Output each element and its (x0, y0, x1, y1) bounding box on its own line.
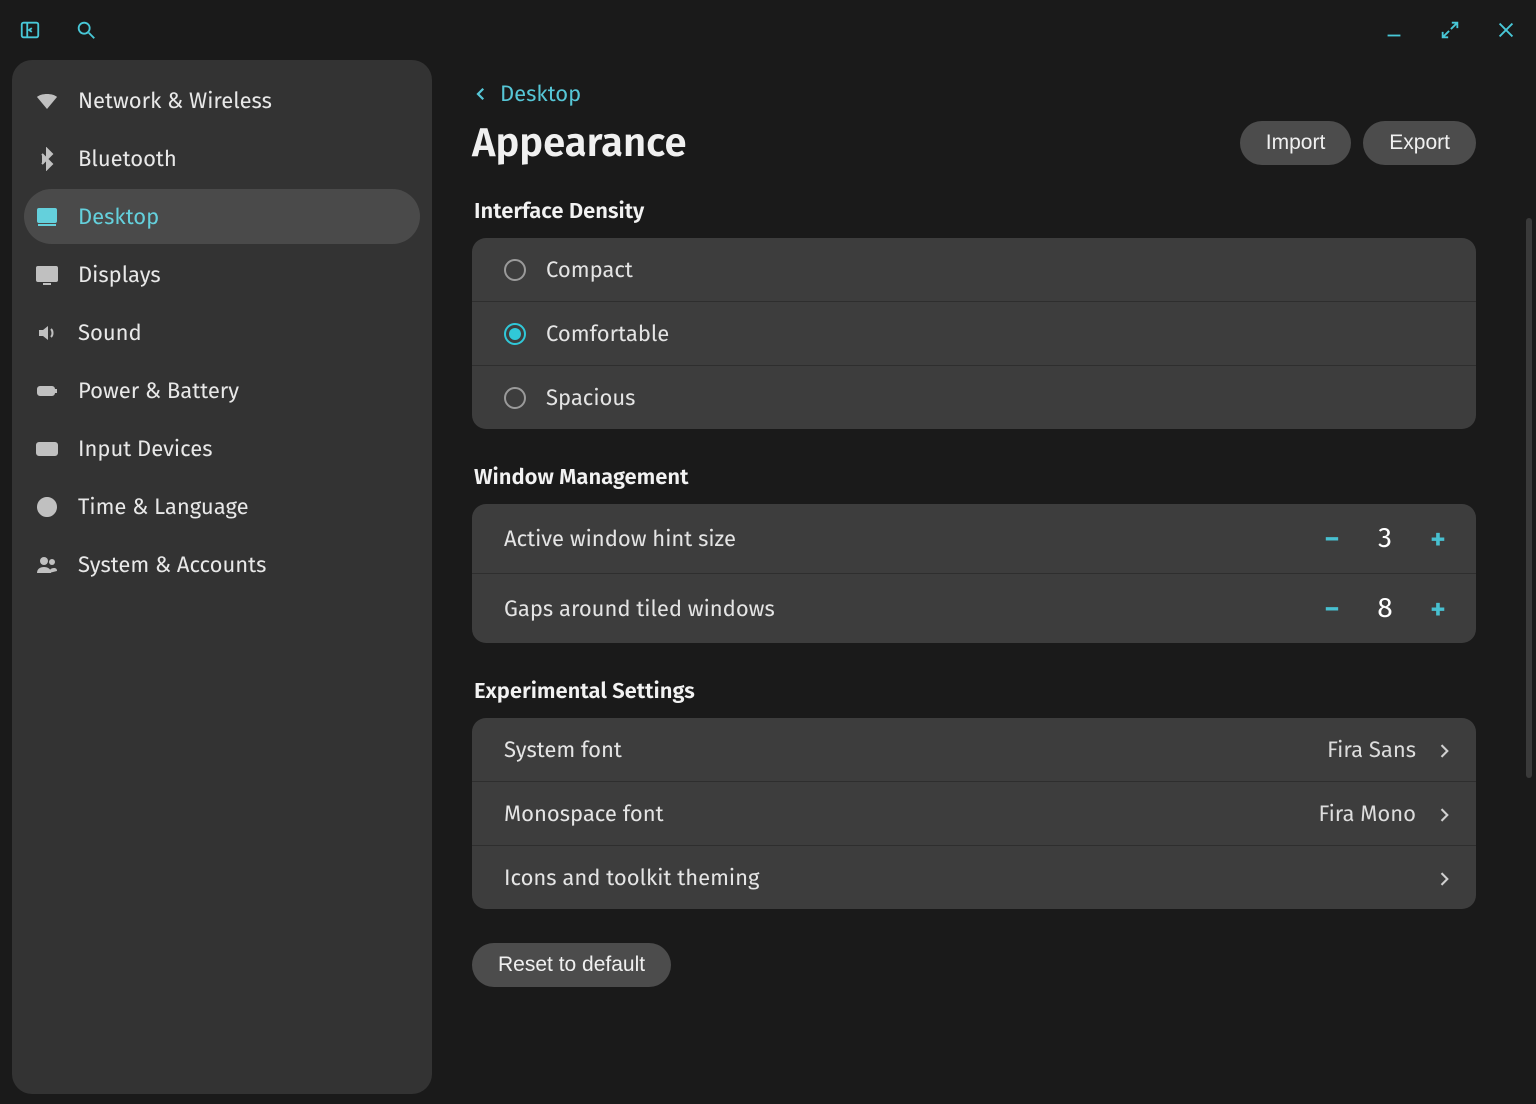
titlebar (0, 0, 1536, 60)
sidebar-item-system[interactable]: System & Accounts (24, 537, 420, 592)
sidebar-item-label: Power & Battery (78, 377, 239, 404)
sidebar-item-label: Desktop (78, 203, 159, 230)
wifi-icon (34, 88, 60, 114)
chevron-right-icon (1434, 740, 1454, 760)
sidebar-item-power[interactable]: Power & Battery (24, 363, 420, 418)
radio-icon (504, 259, 526, 281)
section-label-window-mgmt: Window Management (474, 463, 1476, 490)
export-button[interactable]: Export (1363, 121, 1476, 165)
breadcrumb-back[interactable]: Desktop (472, 60, 581, 113)
radio-checked-icon (504, 323, 526, 345)
window-mgmt-card: Active window hint size − 3 + Gaps aroun… (472, 504, 1476, 643)
row-theming[interactable]: Icons and toolkit theming (472, 845, 1476, 909)
density-option-spacious[interactable]: Spacious (472, 365, 1476, 429)
sidebar-item-label: System & Accounts (78, 551, 266, 578)
breadcrumb-label: Desktop (500, 80, 581, 107)
reset-button[interactable]: Reset to default (472, 943, 671, 987)
density-option-comfortable[interactable]: Comfortable (472, 301, 1476, 365)
sidebar-item-sound[interactable]: Sound (24, 305, 420, 360)
density-card: Compact Comfortable Spacious (472, 238, 1476, 429)
sidebar-item-label: Displays (78, 261, 161, 288)
system-font-label: System font (504, 736, 622, 763)
close-button[interactable] (1492, 16, 1520, 44)
increment-button[interactable]: + (1422, 593, 1454, 625)
row-system-font[interactable]: System font Fira Sans (472, 718, 1476, 781)
sidebar-item-label: Input Devices (78, 435, 212, 462)
maximize-button[interactable] (1436, 16, 1464, 44)
chevron-left-icon (472, 85, 490, 103)
chevron-right-icon (1434, 868, 1454, 888)
page-title: Appearance (472, 119, 687, 167)
increment-button[interactable]: + (1422, 523, 1454, 555)
sidebar-item-desktop[interactable]: Desktop (24, 189, 420, 244)
sidebar-item-network[interactable]: Network & Wireless (24, 73, 420, 128)
sidebar-toggle-button[interactable] (16, 16, 44, 44)
chevron-right-icon (1434, 804, 1454, 824)
search-button[interactable] (72, 16, 100, 44)
sidebar-item-time[interactable]: Time & Language (24, 479, 420, 534)
row-hint-size: Active window hint size − 3 + (472, 504, 1476, 573)
minimize-button[interactable] (1380, 16, 1408, 44)
hint-size-stepper: − 3 + (1316, 522, 1454, 555)
gaps-value: 8 (1372, 592, 1398, 625)
keyboard-icon (34, 436, 60, 462)
density-option-label: Spacious (546, 384, 635, 411)
gaps-stepper: − 8 + (1316, 592, 1454, 625)
row-gaps: Gaps around tiled windows − 8 + (472, 573, 1476, 643)
hint-size-label: Active window hint size (504, 525, 736, 552)
section-label-density: Interface Density (474, 197, 1476, 224)
hint-size-value: 3 (1372, 522, 1398, 555)
system-font-value: Fira Sans (1327, 736, 1416, 763)
theming-label: Icons and toolkit theming (504, 864, 759, 891)
row-mono-font[interactable]: Monospace font Fira Mono (472, 781, 1476, 845)
sidebar-item-label: Bluetooth (78, 145, 177, 172)
experimental-card: System font Fira Sans Monospace font Fir… (472, 718, 1476, 909)
density-option-compact[interactable]: Compact (472, 238, 1476, 301)
mono-font-label: Monospace font (504, 800, 664, 827)
sidebar: Network & Wireless Bluetooth Desktop Dis… (12, 60, 432, 1094)
sidebar-item-displays[interactable]: Displays (24, 247, 420, 302)
battery-icon (34, 378, 60, 404)
sidebar-item-label: Sound (78, 319, 142, 346)
main-content: Desktop Appearance Import Export Interfa… (432, 60, 1536, 1104)
radio-icon (504, 387, 526, 409)
import-button[interactable]: Import (1240, 121, 1352, 165)
sidebar-item-label: Network & Wireless (78, 87, 272, 114)
mono-font-value: Fira Mono (1319, 800, 1416, 827)
sound-icon (34, 320, 60, 346)
scrollbar[interactable] (1526, 218, 1532, 778)
sidebar-item-label: Time & Language (78, 493, 249, 520)
density-option-label: Compact (546, 256, 633, 283)
section-label-experimental: Experimental Settings (474, 677, 1476, 704)
decrement-button[interactable]: − (1316, 523, 1348, 555)
sidebar-item-input[interactable]: Input Devices (24, 421, 420, 476)
globe-icon (34, 494, 60, 520)
displays-icon (34, 262, 60, 288)
bluetooth-icon (34, 146, 60, 172)
sidebar-item-bluetooth[interactable]: Bluetooth (24, 131, 420, 186)
desktop-icon (34, 204, 60, 230)
accounts-icon (34, 552, 60, 578)
density-option-label: Comfortable (546, 320, 669, 347)
gaps-label: Gaps around tiled windows (504, 595, 775, 622)
decrement-button[interactable]: − (1316, 593, 1348, 625)
